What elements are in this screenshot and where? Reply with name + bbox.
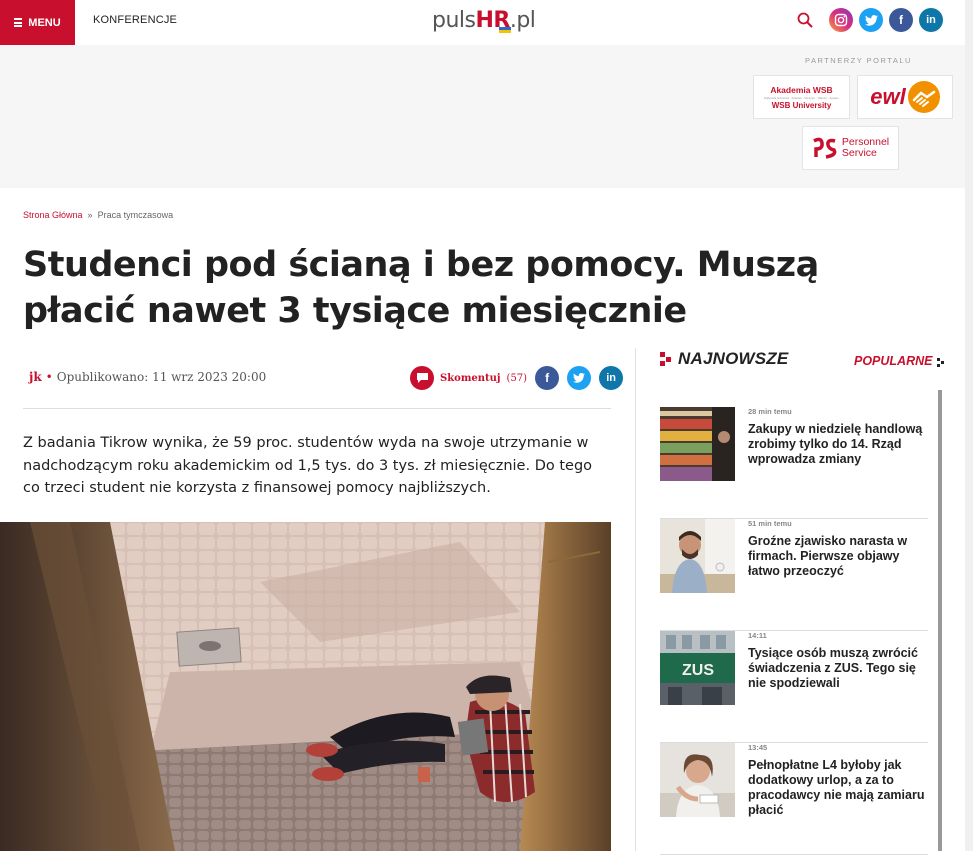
news-item[interactable]: 28 min temu Zakupy w niedzielę handlową … [660, 407, 928, 519]
menu-button[interactable]: MENU [0, 0, 75, 45]
logo-text-puls: puls [432, 8, 476, 33]
breadcrumb-home[interactable]: Strona Główna [23, 210, 83, 220]
twitter-icon[interactable] [859, 8, 883, 32]
article-actions: Skomentuj (57) f in [410, 366, 624, 390]
news-headline[interactable]: Groźne zjawisko narasta w firmach. Pierw… [748, 534, 930, 579]
partner-logo-ewl[interactable]: ewl [857, 75, 953, 119]
sidebar-scrollbar[interactable] [938, 390, 942, 851]
news-headline[interactable]: Zakupy w niedzielę handlową zrobimy tylk… [748, 422, 930, 467]
news-time: 51 min temu [748, 519, 792, 528]
flag-icon [499, 27, 511, 33]
news-item[interactable]: 51 min temu Groźne zjawisko narasta w fi… [660, 519, 928, 631]
tab-popularne[interactable]: POPULARNE [854, 354, 946, 368]
handshake-icon [907, 81, 940, 113]
news-item[interactable]: 13:45 Pełnopłatne L4 byłoby jak dodatkow… [660, 743, 928, 855]
personnel-service-text: Personnel Service [842, 137, 889, 159]
chevron-right-icon [936, 356, 946, 367]
squares-icon [660, 352, 672, 366]
news-time: 14:11 [748, 631, 767, 640]
article-meta: jk • Opublikowano: 11 wrz 2023 20:00 [29, 370, 266, 384]
hamburger-icon [14, 17, 23, 29]
ewl-text: ewl [870, 84, 906, 109]
menu-label: MENU [28, 16, 61, 29]
breadcrumb-current[interactable]: Praca tymczasowa [98, 210, 174, 220]
instagram-icon[interactable] [829, 8, 853, 32]
wsb-cities: Dąbrowa Górnicza · Kraków · Cieszyn · Ol… [764, 95, 839, 100]
search-icon[interactable] [791, 8, 819, 32]
article-lead: Z badania Tikrow wynika, że 59 proc. stu… [23, 435, 593, 496]
personnel-service-icon [812, 137, 837, 159]
news-headline[interactable]: Pełnopłatne L4 byłoby jak dodatkowy urlo… [748, 758, 930, 818]
partner-logo-personnel-service[interactable]: Personnel Service [802, 126, 899, 170]
sidebar-divider [635, 348, 636, 851]
ps-line2: Service [841, 147, 877, 159]
news-item[interactable]: ZUS 14:11 Tysiące osób muszą zwrócić świ… [660, 631, 928, 743]
breadcrumb-separator: » [87, 210, 93, 220]
tab-najnowsze-label: NAJNOWSZE [678, 349, 789, 368]
meta-bullet: • [45, 370, 53, 384]
logo-text-pl: .pl [509, 8, 536, 33]
share-facebook-icon[interactable]: f [535, 366, 560, 390]
share-linkedin-icon[interactable]: in [599, 366, 624, 390]
wsb-name: Akademia WSB [770, 84, 833, 95]
news-thumbnail [660, 743, 735, 817]
published-date: Opublikowano: 11 wrz 2023 20:00 [56, 370, 267, 384]
comment-label: Skomentuj [440, 372, 501, 384]
svg-text:ZUS: ZUS [682, 662, 714, 679]
breadcrumb: Strona Główna » Praca tymczasowa [23, 210, 173, 220]
news-thumbnail: ZUS [660, 631, 735, 705]
partners-title: PARTNERZY PORTALU [805, 56, 912, 65]
author-link[interactable]: jk [29, 370, 42, 384]
partner-logo-wsb[interactable]: Akademia WSB Dąbrowa Górnicza · Kraków ·… [753, 75, 850, 119]
top-bar: MENU KONFERENCJE pulsHR.pl f in [0, 0, 965, 45]
facebook-icon[interactable]: f [889, 8, 913, 32]
news-time: 13:45 [748, 743, 768, 752]
tab-popularne-label: POPULARNE [854, 354, 933, 368]
news-thumbnail [660, 407, 735, 481]
news-thumbnail [660, 519, 735, 593]
partners-section: PARTNERZY PORTALU Akademia WSB Dąbrowa G… [0, 45, 965, 188]
linkedin-icon[interactable]: in [919, 8, 943, 32]
comment-button[interactable]: Skomentuj (57) [410, 366, 527, 390]
nav-link-konferencje[interactable]: KONFERENCJE [93, 14, 177, 26]
article-hero-image [0, 522, 611, 851]
news-time: 28 min temu [748, 407, 792, 416]
share-twitter-icon[interactable] [567, 366, 592, 390]
comment-count: (57) [506, 372, 528, 384]
meta-divider [23, 408, 611, 409]
tab-najnowsze[interactable]: NAJNOWSZE [660, 349, 788, 369]
header-icons: f in [791, 8, 943, 32]
page-scrollbar[interactable] [965, 0, 973, 851]
comment-icon [410, 366, 434, 390]
wsb-university: WSB University [771, 100, 832, 110]
site-logo[interactable]: pulsHR.pl [432, 8, 536, 33]
article-title: Studenci pod ścianą i bez pomocy. Muszą … [23, 245, 819, 331]
news-headline[interactable]: Tysiące osób muszą zwrócić świadczenia z… [748, 646, 930, 691]
